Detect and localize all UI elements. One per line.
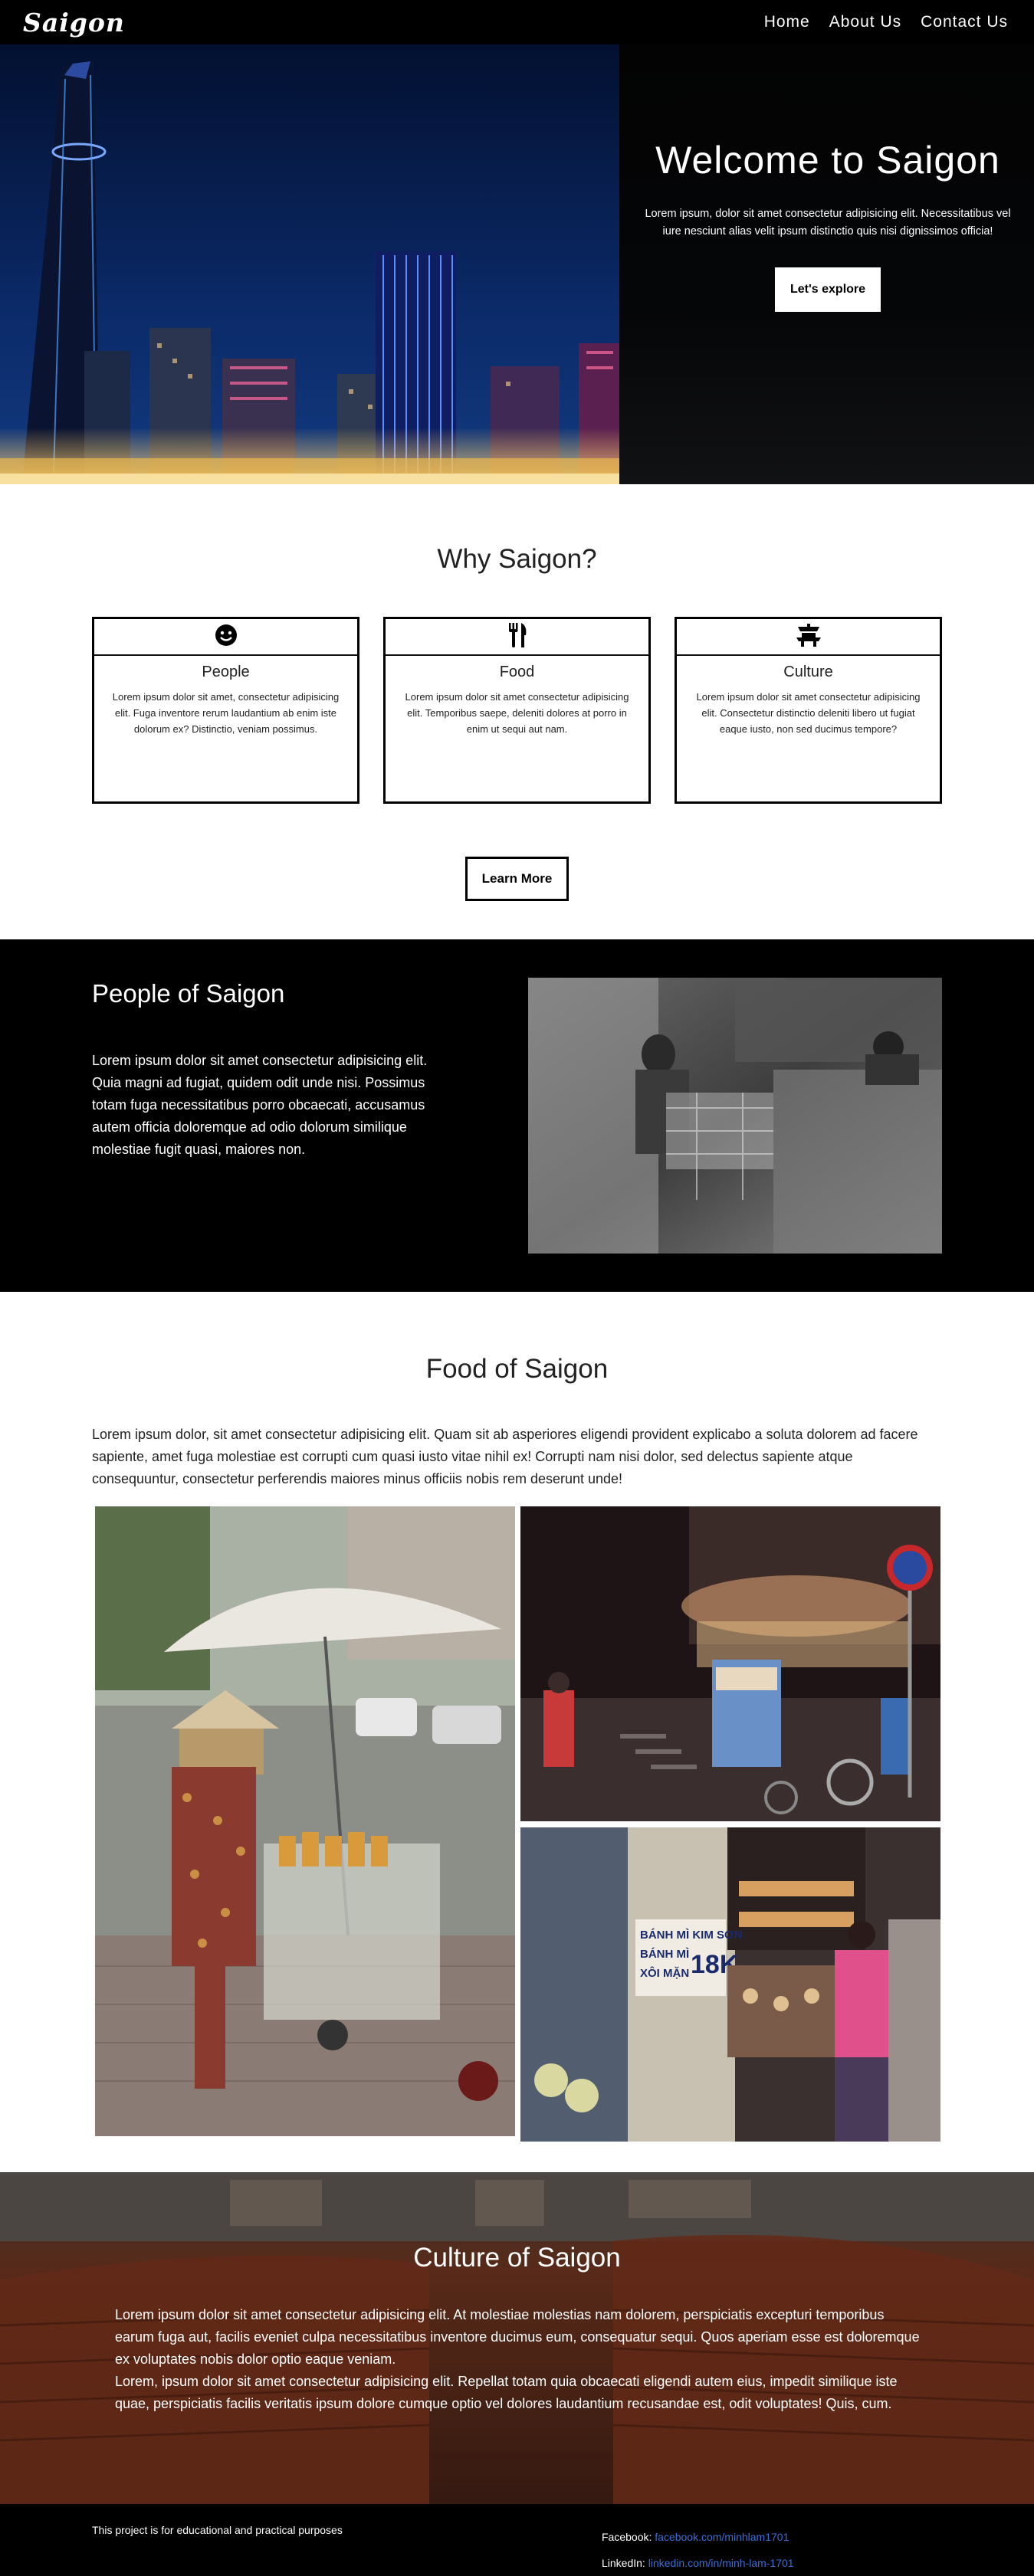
card-text: Lorem ipsum dolor sit amet consectetur a… [696,691,921,735]
hero-description: Lorem ipsum, dolor sit amet consectetur … [645,208,1011,238]
hero-title: Welcome to Saigon [655,139,1000,182]
card-title: People [202,664,250,680]
people-text: Lorem ipsum dolor sit amet consectetur a… [92,1053,428,1157]
footer-social-links: Facebook: facebook.com/minhlam1701 Linke… [602,2524,794,2576]
brand-logo[interactable]: Saigon [23,8,125,38]
food-text: Lorem ipsum dolor, sit amet consectetur … [92,1427,918,1486]
banh-mi-stall-photo: BÁNH MÌ KIM SƠN BÁNH MÌ XÔI MẶN 18K [520,1827,940,2142]
pagoda-icon [795,623,822,651]
footer: This project is for educational and prac… [0,2504,1034,2576]
hero-content: Welcome to Saigon Lorem ipsum, dolor sit… [644,138,1012,312]
card-people: People Lorem ipsum dolor sit amet, conse… [92,617,359,804]
people-section: People of Saigon Lorem ipsum dolor sit a… [0,939,1034,1292]
nav-link-contact-us[interactable]: Contact Us [921,13,1008,31]
sign-text-banh-mi: BÁNH MÌ [640,1948,689,1961]
top-navbar: Saigon Home About Us Contact Us [0,0,1034,44]
culture-title: Culture of Saigon [413,2243,621,2273]
linkedin-label: LinkedIn: [602,2557,645,2569]
food-title: Food of Saigon [425,1354,609,1384]
culture-text: Lorem ipsum dolor sit amet consectetur a… [115,2307,920,2411]
sign-text-banh-mi-kim-son: BÁNH MÌ KIM SƠN [640,1929,743,1942]
fork-knife-icon [507,622,528,651]
culture-section: Culture of Saigon Lorem ipsum dolor sit … [0,2172,1034,2504]
people-title: People of Saigon [92,979,285,1008]
card-icon-header [677,619,940,656]
card-text: Lorem ipsum dolor sit amet, consectetur … [112,691,340,735]
card-icon-header [94,619,357,656]
learn-more-button[interactable]: Learn More [465,857,569,901]
footer-linkedin-row: LinkedIn: linkedin.com/in/minh-lam-1701 [602,2550,794,2576]
night-street-food-photo [520,1506,940,1821]
hero-city-night-image [0,44,619,484]
footer-facebook-row: Facebook: facebook.com/minhlam1701 [602,2524,794,2550]
nav-links: Home About Us Contact Us [764,13,1008,31]
card-text: Lorem ipsum dolor sit amet consectetur a… [405,691,629,735]
card-title: Food [499,664,535,680]
card-icon-header [386,619,648,656]
linkedin-link[interactable]: linkedin.com/in/minh-lam-1701 [648,2557,794,2569]
food-vendor-cart-photo [95,1506,515,2136]
sign-text-xoi-man: XÔI MẶN [640,1966,689,1980]
smiley-icon [215,624,238,651]
street-vendor-photo [528,978,942,1254]
lets-explore-button[interactable]: Let's explore [774,267,881,312]
facebook-link[interactable]: facebook.com/minhlam1701 [655,2531,789,2543]
card-culture: Culture Lorem ipsum dolor sit amet conse… [675,617,942,804]
facebook-label: Facebook: [602,2531,652,2543]
card-food: Food Lorem ipsum dolor sit amet consecte… [383,617,651,804]
why-saigon-title: Why Saigon? [437,544,597,574]
footer-note: This project is for educational and prac… [92,2524,343,2536]
nav-link-home[interactable]: Home [764,13,810,31]
hero-section: Welcome to Saigon Lorem ipsum, dolor sit… [0,0,1034,484]
card-title: Culture [783,664,833,680]
nav-link-about-us[interactable]: About Us [829,13,901,31]
